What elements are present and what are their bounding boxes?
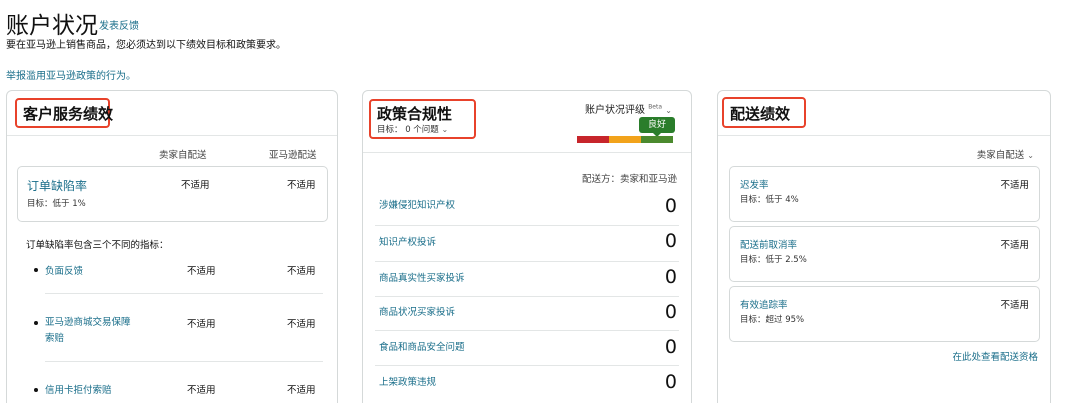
policy-compliance-header: 政策合规性 目标： 0 个问题 ⌄ 账户状况评级 Beta ⌄ 良好: [363, 91, 691, 153]
a-to-z-claims-label[interactable]: 亚马逊商城交易保障: [45, 317, 131, 328]
policy-target[interactable]: 目标： 0 个问题: [377, 125, 439, 135]
pre-fulfillment-cancel-metric-box[interactable]: 配送前取消率 目标：低于 2.5% 不适用: [729, 226, 1040, 282]
bullet-icon: [34, 268, 38, 272]
chevron-down-icon[interactable]: ⌄: [1027, 151, 1034, 160]
valid-tracking-target: 目标：超过 95%: [740, 315, 805, 325]
account-health-rating-label[interactable]: 账户状况评级: [585, 105, 645, 116]
account-health-rating-dropdown[interactable]: 账户状况评级 Beta ⌄: [585, 101, 672, 116]
chevron-down-icon[interactable]: ⌄: [665, 106, 672, 115]
valid-tracking-value: 不适用: [1000, 300, 1029, 311]
odr-seller-value: 不适用: [181, 180, 210, 191]
policy-row-count: 0: [664, 336, 677, 358]
a-to-z-claims-link[interactable]: 亚马逊商城交易保障 索赔: [45, 315, 131, 347]
chargeback-claims-amazon-value: 不适用: [287, 385, 316, 396]
pre-fulfillment-cancel-target: 目标：低于 2.5%: [740, 255, 807, 265]
divider: [375, 365, 679, 366]
divider: [45, 293, 323, 294]
late-shipment-metric-box[interactable]: 迟发率 目标：低于 4% 不适用: [729, 166, 1040, 222]
pre-fulfillment-cancel-value: 不适用: [1000, 240, 1029, 251]
gauge-segment-good: [641, 136, 673, 143]
odr-metric-box[interactable]: 订单缺陷率 目标：低于 1% 不适用 不适用: [17, 166, 328, 222]
late-shipment-label[interactable]: 迟发率: [740, 177, 769, 191]
policy-row-label[interactable]: 上架政策违规: [379, 374, 436, 388]
valid-tracking-metric-box[interactable]: 有效追踪率 目标：超过 95% 不适用: [729, 286, 1040, 342]
policy-row-count: 0: [664, 195, 677, 217]
bullet-icon: [34, 388, 38, 392]
chevron-down-icon[interactable]: ⌄: [442, 125, 449, 134]
divider: [375, 261, 679, 262]
odr-target: 目标：低于 1%: [27, 199, 86, 209]
pre-fulfillment-cancel-label[interactable]: 配送前取消率: [740, 237, 797, 251]
valid-tracking-label[interactable]: 有效追踪率: [740, 297, 788, 311]
policy-row-label[interactable]: 商品状况买家投诉: [379, 304, 455, 318]
customer-service-title: 客户服务绩效: [23, 105, 114, 123]
column-header-seller-fulfilled: 卖家自配送: [159, 150, 207, 161]
customer-service-header: 客户服务绩效: [7, 91, 337, 136]
policy-compliance-card: 政策合规性 目标： 0 个问题 ⌄ 账户状况评级 Beta ⌄ 良好 配送方：卖…: [362, 90, 692, 403]
negative-feedback-seller-value: 不适用: [187, 266, 216, 277]
a-to-z-claims-label-line2[interactable]: 索赔: [45, 333, 64, 344]
policy-row-label[interactable]: 商品真实性买家投诉: [379, 270, 465, 284]
column-header-amazon-fulfilled: 亚马逊配送: [269, 150, 317, 161]
negative-feedback-link[interactable]: 负面反馈: [45, 263, 83, 277]
late-shipment-target: 目标：低于 4%: [740, 195, 799, 205]
divider: [45, 361, 323, 362]
policy-compliance-title: 政策合规性: [377, 105, 453, 123]
shipping-performance-header: 配送绩效: [718, 91, 1050, 136]
customer-service-card: 客户服务绩效 卖家自配送 亚马逊配送 订单缺陷率 目标：低于 1% 不适用 不适…: [6, 90, 338, 403]
policy-row-label[interactable]: 食品和商品安全问题: [379, 339, 465, 353]
shipping-eligibility-link[interactable]: 在此处查看配送资格: [952, 349, 1038, 363]
negative-feedback-amazon-value: 不适用: [287, 266, 316, 277]
policy-row-count: 0: [664, 371, 677, 393]
chargeback-claims-link[interactable]: 信用卡拒付索赔: [45, 382, 112, 396]
odr-breakdown-intro: 订单缺陷率包含三个不同的指标：: [26, 240, 169, 251]
odr-amazon-value: 不适用: [287, 180, 316, 191]
fulfillment-filter-value[interactable]: 卖家自配送: [977, 150, 1025, 161]
shipping-performance-card: 配送绩效 卖家自配送 ⌄ 迟发率 目标：低于 4% 不适用 配送前取消率 目标：…: [717, 90, 1051, 403]
divider: [375, 330, 679, 331]
a-to-z-claims-amazon-value: 不适用: [287, 319, 316, 330]
ship-by-label: 配送方：卖家和亚马逊: [581, 174, 677, 185]
report-abuse-link[interactable]: 举报滥用亚马逊政策的行为。: [6, 67, 136, 82]
odr-label[interactable]: 订单缺陷率: [27, 177, 87, 194]
late-shipment-value: 不适用: [1000, 180, 1029, 191]
rating-badge: 良好: [639, 117, 675, 133]
gauge-segment-at-risk: [609, 136, 641, 143]
policy-row-count: 0: [664, 266, 677, 288]
policy-target-dropdown[interactable]: 目标： 0 个问题 ⌄: [377, 123, 448, 135]
feedback-link[interactable]: 发表反馈: [99, 17, 139, 32]
policy-row-label[interactable]: 涉嫌侵犯知识产权: [379, 197, 455, 211]
gauge-segment-poor: [577, 136, 609, 143]
beta-label: Beta: [648, 103, 663, 111]
chargeback-claims-seller-value: 不适用: [187, 385, 216, 396]
a-to-z-claims-seller-value: 不适用: [187, 319, 216, 330]
policy-row-count: 0: [664, 301, 677, 323]
fulfillment-filter-dropdown[interactable]: 卖家自配送 ⌄: [977, 147, 1034, 161]
policy-row-label[interactable]: 知识产权投诉: [379, 234, 436, 248]
divider: [375, 296, 679, 297]
shipping-performance-title: 配送绩效: [730, 105, 791, 123]
page-subtitle: 要在亚马逊上销售商品，您必须达到以下绩效目标和政策要求。: [6, 40, 286, 51]
page-title: 账户状况: [6, 13, 98, 39]
bullet-icon: [34, 321, 38, 325]
policy-row-count: 0: [664, 230, 677, 252]
divider: [375, 225, 679, 226]
